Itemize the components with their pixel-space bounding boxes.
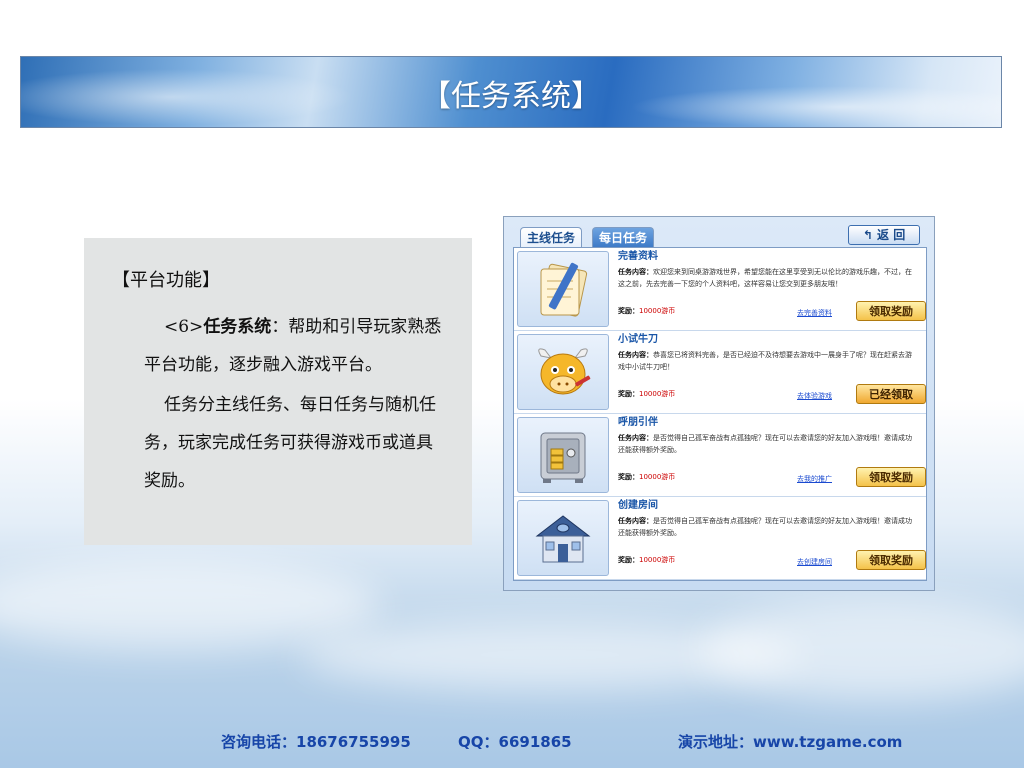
title-banner: 【任务系统】 (20, 56, 1002, 128)
task-content: 创建房间 任务内容：是否觉得自己孤军奋战有点孤独呢？现在可以去邀请您的好友加入游… (618, 499, 918, 555)
reward-value: 10000游币 (639, 556, 676, 564)
reward-value: 10000游币 (639, 473, 676, 481)
task-row: 完善资料 任务内容：欢迎您来到同桌游游戏世界，希望您能在这里享受到无以伦比的游戏… (514, 248, 926, 331)
task-description: 任务内容：欢迎您来到同桌游游戏世界，希望您能在这里享受到无以伦比的游戏乐趣，不过… (618, 266, 918, 306)
reward-label: 奖励： (618, 473, 639, 481)
task-reward: 奖励：10000游币 (618, 389, 675, 399)
task-row: 呼朋引伴 任务内容：是否觉得自己孤军奋战有点孤独呢？现在可以去邀请您的好友加入游… (514, 414, 926, 497)
reward-label: 奖励： (618, 390, 639, 398)
task-link[interactable]: 去完善资料 (797, 308, 832, 318)
info-heading: 【平台功能】 (112, 270, 220, 291)
content-label: 任务内容： (618, 434, 653, 442)
background-cloud (700, 600, 1024, 700)
task-reward: 奖励：10000游币 (618, 472, 675, 482)
task-link[interactable]: 去我的推广 (797, 474, 832, 484)
task-description-text: 欢迎您来到同桌游游戏世界，希望您能在这里享受到无以伦比的游戏乐趣，不过，在这之前… (618, 268, 912, 288)
claim-reward-button[interactable]: 领取奖励 (856, 467, 926, 487)
task-link[interactable]: 去创建房间 (797, 557, 832, 567)
document-pen-icon (517, 251, 609, 327)
task-title: 完善资料 (618, 251, 658, 262)
section-number: <6> (164, 317, 204, 337)
tab-main-tasks[interactable]: 主线任务 (520, 227, 583, 248)
content-label: 任务内容： (618, 351, 653, 359)
content-label: 任务内容： (618, 268, 653, 276)
task-row: 创建房间 任务内容：是否觉得自己孤军奋战有点孤独呢？现在可以去邀请您的好友加入游… (514, 497, 926, 580)
content-label: 任务内容： (618, 517, 653, 525)
task-row: 小试牛刀 任务内容：恭喜您已将资料完善，是否已经迫不及待想要去游戏中一展身手了呢… (514, 331, 926, 414)
task-reward: 奖励：10000游币 (618, 555, 675, 565)
task-list: 完善资料 任务内容：欢迎您来到同桌游游戏世界，希望您能在这里享受到无以伦比的游戏… (513, 247, 927, 581)
footer-qq: QQ：6691865 (458, 733, 572, 751)
task-description-text: 恭喜您已将资料完善，是否已经迫不及待想要去游戏中一展身手了呢？现在赶紧去游戏中小… (618, 351, 912, 371)
task-description: 任务内容：是否觉得自己孤军奋战有点孤独呢？现在可以去邀请您的好友加入游戏哦！邀请… (618, 515, 918, 555)
task-title: 创建房间 (618, 500, 658, 511)
task-window: 主线任务 每日任务 ↰ 返 回 完善资料 任务内容：欢迎您来到同桌游游戏世界，希… (503, 216, 935, 591)
info-panel: 【平台功能】 <6>任务系统：帮助和引导玩家熟悉平台功能，逐步融入游戏平台。 任… (84, 238, 472, 545)
bull-mascot-icon (517, 334, 609, 410)
back-button[interactable]: ↰ 返 回 (848, 225, 920, 245)
claim-reward-button[interactable]: 领取奖励 (856, 301, 926, 321)
feature-name: 任务系统 (203, 317, 272, 337)
background-cloud (0, 560, 380, 650)
task-description-text: 是否觉得自己孤军奋战有点孤独呢？现在可以去邀请您的好友加入游戏哦！邀请成功还能获… (618, 517, 912, 537)
task-title: 呼朋引伴 (618, 417, 658, 428)
task-link[interactable]: 去体验游戏 (797, 391, 832, 401)
claimed-button[interactable]: 已经领取 (856, 384, 926, 404)
safe-box-icon (517, 417, 609, 493)
page-title: 【任务系统】 (421, 79, 601, 114)
claim-reward-button[interactable]: 领取奖励 (856, 550, 926, 570)
task-content: 完善资料 任务内容：欢迎您来到同桌游游戏世界，希望您能在这里享受到无以伦比的游戏… (618, 250, 918, 306)
reward-value: 10000游币 (639, 390, 676, 398)
tab-daily-tasks[interactable]: 每日任务 (592, 227, 655, 248)
task-reward: 奖励：10000游币 (618, 306, 675, 316)
info-paragraph-1: <6>任务系统：帮助和引导玩家熟悉平台功能，逐步融入游戏平台。 (144, 308, 444, 384)
reward-value: 10000游币 (639, 307, 676, 315)
task-content: 小试牛刀 任务内容：恭喜您已将资料完善，是否已经迫不及待想要去游戏中一展身手了呢… (618, 333, 918, 389)
task-description: 任务内容：恭喜您已将资料完善，是否已经迫不及待想要去游戏中一展身手了呢？现在赶紧… (618, 349, 918, 389)
task-description: 任务内容：是否觉得自己孤军奋战有点孤独呢？现在可以去邀请您的好友加入游戏哦！邀请… (618, 432, 918, 472)
footer-demo-link[interactable]: 演示地址：www.tzgame.com (678, 731, 902, 752)
footer-phone: 咨询电话：18676755995 (221, 733, 411, 751)
info-paragraph-2: 任务分主线任务、每日任务与随机任务，玩家完成任务可获得游戏币或道具奖励。 (144, 395, 436, 491)
reward-label: 奖励： (618, 556, 639, 564)
task-content: 呼朋引伴 任务内容：是否觉得自己孤军奋战有点孤独呢？现在可以去邀请您的好友加入游… (618, 416, 918, 472)
reward-label: 奖励： (618, 307, 639, 315)
task-description-text: 是否觉得自己孤军奋战有点孤独呢？现在可以去邀请您的好友加入游戏哦！邀请成功还能获… (618, 434, 912, 454)
house-icon (517, 500, 609, 576)
task-title: 小试牛刀 (618, 334, 658, 345)
